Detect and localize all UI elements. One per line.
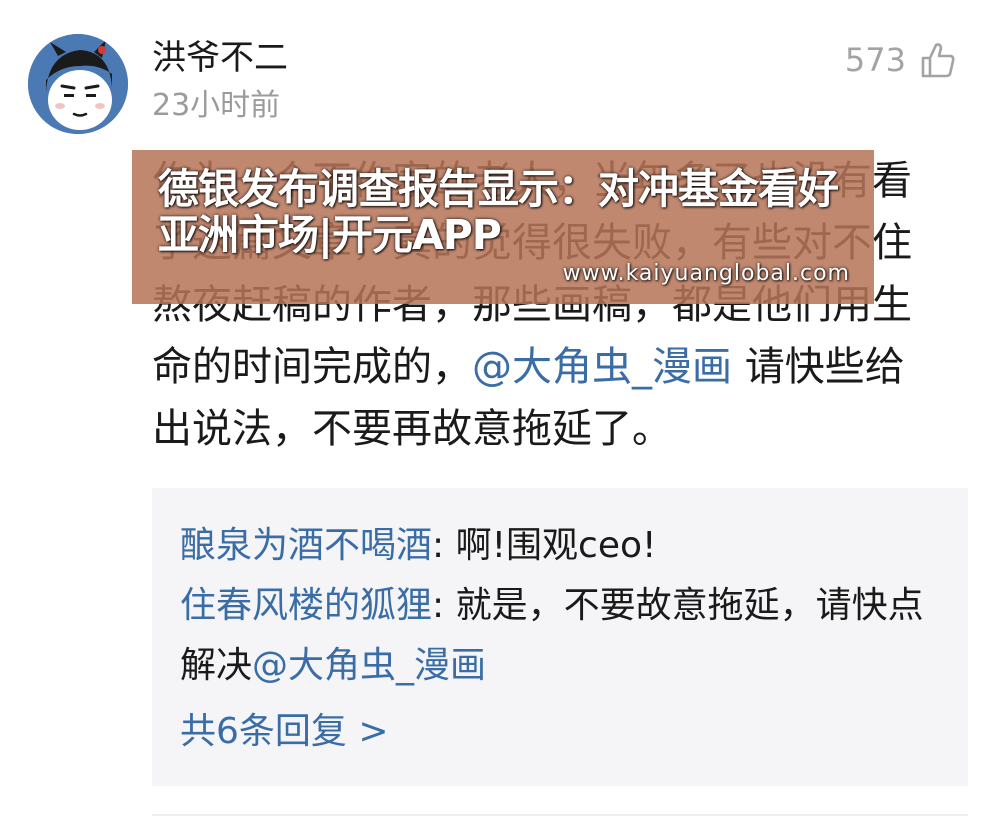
reply-item[interactable]: 住春风楼的狐狸: 就是，不要故意拖延，请快点解决@大角虫_漫画 [180,576,942,696]
mention-link[interactable]: @大角虫_漫画 [252,645,486,686]
divider [152,814,968,816]
reply-username[interactable]: 酿泉为酒不喝酒 [180,525,432,566]
reply-text: : 啊!围观ceo! [432,525,657,566]
ad-overlay-title: 德银发布调查报告显示：对冲基金看好亚洲市场|开元APP [158,165,839,259]
like-count: 573 [844,41,906,79]
view-more-replies-link[interactable]: 共6条回复 > [180,702,942,762]
ad-overlay-banner: 德银发布调查报告显示：对冲基金看好亚洲市场|开元APP www.kaiyuang… [132,150,874,304]
author-name[interactable]: 洪爷不二 [152,38,288,78]
reply-item[interactable]: 酿泉为酒不喝酒: 啊!围观ceo! [180,516,942,576]
comment-timestamp: 23小时前 [152,88,281,123]
thumbs-up-icon [921,43,955,78]
mention-link[interactable]: @大角虫_漫画 [472,344,732,390]
like-button[interactable]: 573 [845,38,956,82]
reply-list: 酿泉为酒不喝酒: 啊!围观ceo! 住春风楼的狐狸: 就是，不要故意拖延，请快点… [152,488,968,786]
avatar[interactable] [28,34,128,134]
reply-username[interactable]: 住春风楼的狐狸 [180,585,432,626]
cartoon-avatar-icon [28,34,128,134]
ad-overlay-url: www.kaiyuanglobal.com [562,261,850,286]
